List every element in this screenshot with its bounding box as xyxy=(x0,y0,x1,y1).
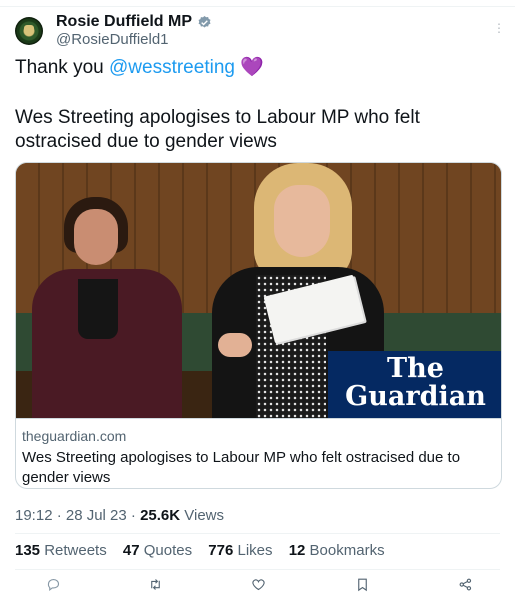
views-label: Views xyxy=(180,507,225,524)
engagement-stats: 135 Retweets 47 Quotes 776 Likes 12 Book… xyxy=(15,542,397,559)
link-preview-card[interactable]: The Guardian theguardian.com Wes Streeti… xyxy=(15,162,502,489)
retweets-stat[interactable]: 135 Retweets xyxy=(15,542,107,559)
author-name-line: Rosie Duffield MP xyxy=(56,12,212,32)
like-icon xyxy=(251,578,265,590)
purple-heart-emoji: 💜 xyxy=(240,57,264,78)
likes-label: Likes xyxy=(233,542,273,559)
views-count: 25.6K xyxy=(140,507,181,524)
bookmark-icon xyxy=(357,578,367,591)
card-image[interactable]: The Guardian xyxy=(16,163,501,418)
retweets-count: 135 xyxy=(15,542,41,559)
quotes-count: 47 xyxy=(122,542,140,559)
tweet-text-prefix: Thank you xyxy=(15,57,109,78)
tweet-text: Thank you @wesstreeting 💜 Wes Streeting … xyxy=(15,56,495,154)
divider xyxy=(15,569,500,570)
share-icon xyxy=(459,578,471,590)
retweets-label: Retweets xyxy=(40,542,107,559)
like-button[interactable] xyxy=(248,574,268,594)
tweet-headline-text: Wes Streeting apologises to Labour MP wh… xyxy=(15,107,420,152)
seated-woman-top xyxy=(78,279,118,339)
bookmark-button[interactable] xyxy=(352,574,372,594)
reply-button[interactable] xyxy=(43,574,63,594)
bookmarks-stat[interactable]: 12 Bookmarks xyxy=(289,542,385,559)
quotes-label: Quotes xyxy=(139,542,193,559)
speaking-woman-face xyxy=(274,185,330,257)
card-domain: theguardian.com xyxy=(22,428,127,444)
likes-stat[interactable]: 776 Likes xyxy=(208,542,272,559)
action-bar xyxy=(15,574,500,594)
retweet-icon xyxy=(150,578,160,590)
card-title: Wes Streeting apologises to Labour MP wh… xyxy=(22,449,461,486)
bookmarks-count: 12 xyxy=(288,542,306,559)
tweet-timestamp: 19:12 · 28 Jul 23 · 25.6K Views xyxy=(15,507,224,524)
bookmarks-label: Bookmarks xyxy=(305,542,385,559)
avatar-crest xyxy=(24,25,34,36)
verified-badge-icon xyxy=(197,15,212,30)
guardian-logo: The Guardian xyxy=(328,351,501,418)
share-button[interactable] xyxy=(455,574,475,594)
avatar[interactable] xyxy=(15,17,43,45)
seated-woman-face xyxy=(74,209,118,265)
gesturing-hand xyxy=(218,333,252,357)
more-options-icon[interactable]: ⋮ xyxy=(493,22,505,34)
reply-icon xyxy=(47,578,59,591)
divider xyxy=(15,533,500,534)
quotes-stat[interactable]: 47 Quotes xyxy=(123,542,192,559)
guardian-logo-line1: The xyxy=(387,353,444,384)
author-display-name[interactable]: Rosie Duffield MP xyxy=(56,13,192,31)
time-date[interactable]: 19:12 · 28 Jul 23 · xyxy=(15,507,140,524)
likes-count: 776 xyxy=(208,542,234,559)
retweet-button[interactable] xyxy=(145,574,165,594)
tweet-header: Rosie Duffield MP @RosieDuffield1 ⋮ xyxy=(15,12,505,52)
guardian-logo-text: The Guardian xyxy=(328,353,501,412)
author-handle[interactable]: @RosieDuffield1 xyxy=(56,31,169,48)
guardian-logo-line2: Guardian xyxy=(345,381,486,412)
card-meta[interactable]: theguardian.com Wes Streeting apologises… xyxy=(16,418,501,488)
top-divider xyxy=(0,6,515,7)
mention-link[interactable]: @wesstreeting xyxy=(109,57,235,78)
